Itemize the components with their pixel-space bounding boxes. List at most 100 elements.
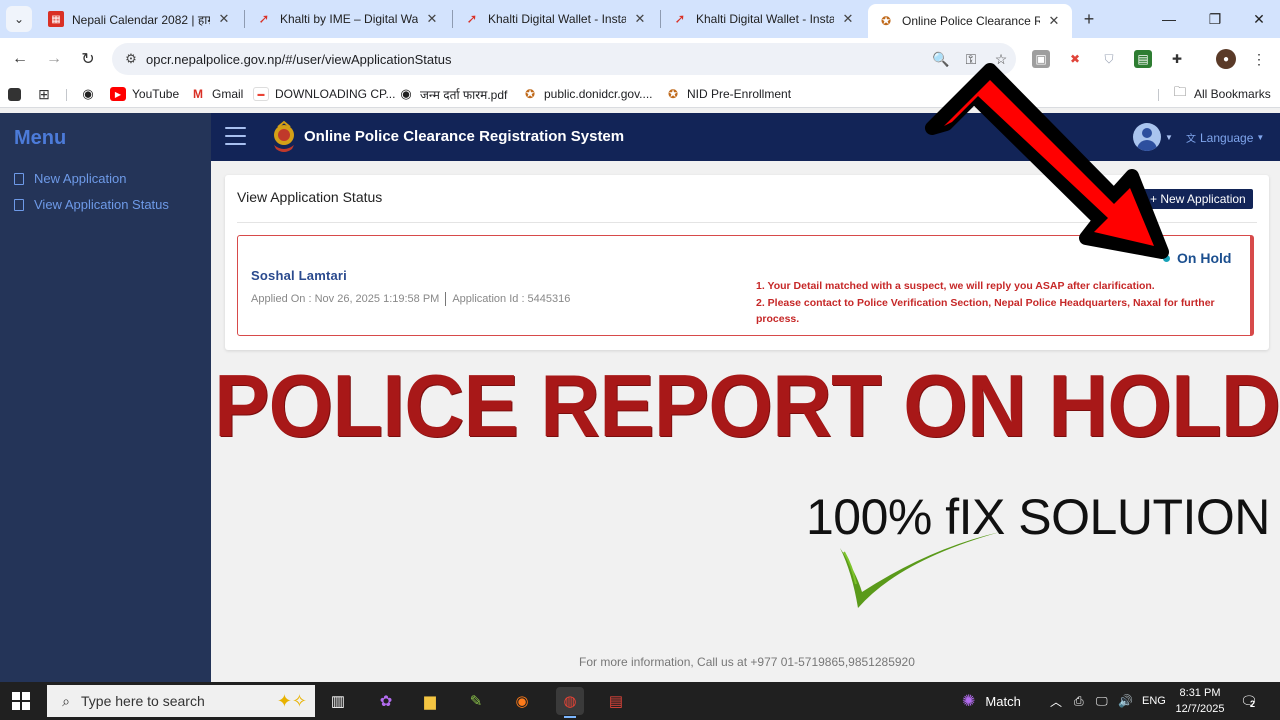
browser-tab-police-clearance[interactable]: ✪ Online Police Clearance Regi ✕ bbox=[868, 4, 1072, 38]
back-arrow-icon[interactable]: ← bbox=[9, 48, 31, 70]
globe-icon: ◉ bbox=[82, 86, 94, 101]
network-icon[interactable]: 🖵 bbox=[1096, 682, 1108, 720]
input-language[interactable]: ENG bbox=[1142, 682, 1166, 720]
notepad-app-icon[interactable]: ✎ bbox=[462, 687, 490, 715]
bookmark-label: All Bookmarks bbox=[1194, 87, 1271, 101]
widget-icon: ✺ bbox=[962, 693, 976, 710]
globe-bookmark[interactable]: ◉ bbox=[80, 84, 96, 104]
bookmark-gmail[interactable]: M Gmail bbox=[190, 84, 243, 104]
application-card[interactable]: Soshal Lamtari Applied On : Nov 26, 2025… bbox=[237, 235, 1254, 336]
password-key-icon[interactable]: ⚿ bbox=[956, 51, 986, 68]
browser-tab-khalti-3[interactable]: ➚ Khalti Digital Wallet - Instant ✕ bbox=[662, 0, 866, 38]
bookmark-star-icon[interactable]: ☆ bbox=[986, 51, 1016, 68]
top-navbar: Online Police Clearance Registration Sys… bbox=[211, 113, 1280, 161]
notification-center-icon[interactable]: 🗨 2 bbox=[1240, 682, 1258, 720]
chevron-down-icon[interactable]: ▼ bbox=[1165, 133, 1173, 142]
footer-contact: For more information, Call us at +977 01… bbox=[579, 655, 915, 669]
page-icon: ▬ bbox=[253, 87, 269, 101]
close-tab-icon[interactable]: ✕ bbox=[632, 11, 648, 27]
folder-icon: 🗀 bbox=[1173, 84, 1187, 99]
shield-extension-icon[interactable]: ⛉ bbox=[1100, 50, 1118, 68]
status-remarks: 1. Your Detail matched with a suspect, w… bbox=[756, 278, 1216, 328]
weather-widget[interactable]: ✺ Match bbox=[962, 682, 1021, 720]
status-badge: On Hold bbox=[1163, 250, 1231, 266]
taskbar-search[interactable]: ⌕ Type here to search ✦✧ bbox=[47, 685, 315, 717]
close-tab-icon[interactable]: ✕ bbox=[1046, 13, 1062, 29]
pdf-app-icon[interactable]: ▤ bbox=[602, 687, 630, 715]
close-tab-icon[interactable]: ✕ bbox=[840, 11, 856, 27]
bookmark-label: DOWNLOADING CP... bbox=[275, 87, 396, 101]
new-application-button[interactable]: + New Application bbox=[1143, 189, 1253, 209]
tab-search-dropdown-icon[interactable]: ⌄ bbox=[6, 6, 32, 32]
application-id: Application Id : 5445316 bbox=[452, 293, 571, 305]
reload-icon[interactable]: ↻ bbox=[77, 48, 99, 70]
browser-menu-icon[interactable]: ⋮ bbox=[1250, 50, 1268, 68]
windows-start-icon[interactable] bbox=[12, 692, 30, 710]
extensions-puzzle-icon[interactable]: ✚ bbox=[1168, 50, 1186, 68]
bookmark-birth-form[interactable]: ◉ जन्म दर्ता फारम.pdf bbox=[398, 84, 507, 104]
notification-count: 2 bbox=[1250, 698, 1256, 709]
firefox-icon[interactable]: ◉ bbox=[508, 687, 536, 715]
browser-tab-khalti-2[interactable]: ➚ Khalti Digital Wallet - Instant ✕ bbox=[454, 0, 658, 38]
sidebar-title: Menu bbox=[14, 127, 67, 149]
translate-icon: 文 bbox=[1186, 134, 1196, 145]
file-explorer-icon[interactable]: ▆ bbox=[416, 687, 444, 715]
meet-now-icon[interactable]: ⎙ bbox=[1074, 682, 1084, 720]
bookmark-youtube[interactable]: ▶ YouTube bbox=[110, 84, 179, 104]
close-window-icon[interactable]: ✕ bbox=[1236, 0, 1280, 38]
chevron-down-icon: ▼ bbox=[1256, 133, 1265, 142]
forward-arrow-icon[interactable]: → bbox=[43, 48, 65, 70]
widget-label: Match bbox=[985, 693, 1021, 709]
bookmarks-bar: ⊞ ◉ ▶ YouTube M Gmail ▬ DOWNLOADING CP..… bbox=[0, 80, 1280, 108]
extension-icon[interactable]: ✖ bbox=[1066, 50, 1084, 68]
close-tab-icon[interactable]: ✕ bbox=[216, 11, 232, 27]
browser-tab-khalti-1[interactable]: ➚ Khalti by IME – Digital Wallet ✕ bbox=[246, 0, 450, 38]
task-view-icon[interactable]: ▥ bbox=[324, 687, 352, 715]
bookmark-label: YouTube bbox=[132, 87, 180, 101]
browser-tab-strip: ⌄ ▦ Nepali Calendar 2082 | हाम्रो ✕ ➚ Kh… bbox=[0, 0, 1280, 38]
extension-icon[interactable]: ▣ bbox=[1032, 50, 1050, 68]
system-title: Online Police Clearance Registration Sys… bbox=[304, 128, 625, 145]
address-bar[interactable]: ⚙ opcr.nepalpolice.gov.np/#/user/viewApp… bbox=[112, 43, 1016, 75]
restore-window-icon[interactable]: ❐ bbox=[1192, 0, 1238, 38]
site-info-icon[interactable]: ⚙ bbox=[116, 51, 146, 67]
copilot-icon[interactable]: ✿ bbox=[372, 687, 400, 715]
show-hidden-icons[interactable]: ︿ bbox=[1050, 682, 1062, 720]
tab-divider bbox=[660, 10, 661, 28]
minimize-window-icon[interactable]: — bbox=[1146, 0, 1192, 38]
status-label: On Hold bbox=[1177, 250, 1232, 266]
document-icon bbox=[14, 198, 24, 211]
document-icon bbox=[14, 172, 24, 185]
sidebar-item-view-status[interactable]: View Application Status bbox=[14, 197, 169, 212]
applied-on-date: Applied On : Nov 26, 2025 1:19:58 PM bbox=[251, 293, 440, 305]
user-avatar[interactable] bbox=[1133, 123, 1161, 151]
calendar-favicon-icon: ▦ bbox=[48, 11, 64, 27]
url-text[interactable]: opcr.nepalpolice.gov.np/#/user/viewAppli… bbox=[146, 52, 926, 67]
browser-tab-nepali-calendar[interactable]: ▦ Nepali Calendar 2082 | हाम्रो ✕ bbox=[38, 0, 242, 38]
tab-divider bbox=[452, 10, 453, 28]
bookmark-nid[interactable]: ✪ NID Pre-Enrollment bbox=[665, 84, 791, 104]
system-clock[interactable]: 8:31 PM 12/7/2025 bbox=[1168, 685, 1232, 717]
sidebar-item-label: View Application Status bbox=[34, 197, 169, 212]
chrome-icon[interactable]: ◍ bbox=[556, 687, 584, 718]
sidebar-item-new-application[interactable]: New Application bbox=[14, 171, 127, 186]
new-tab-plus-icon[interactable]: + bbox=[1078, 8, 1100, 30]
windows-taskbar: ⌕ Type here to search ✦✧ ▥ ✿ ▆ ✎ ◉ ◍ ▤ ✺… bbox=[0, 682, 1280, 720]
sidebar-toggle-icon[interactable] bbox=[8, 84, 21, 104]
zoom-icon[interactable]: 🔍 bbox=[926, 51, 956, 68]
browser-toolbar: ← → ↻ ⚙ opcr.nepalpolice.gov.np/#/user/v… bbox=[0, 38, 1280, 80]
emblem-icon: ✪ bbox=[524, 87, 536, 101]
close-tab-icon[interactable]: ✕ bbox=[424, 11, 440, 27]
extension-icon[interactable]: ▤ bbox=[1134, 50, 1152, 68]
bookmark-divider bbox=[1158, 89, 1159, 101]
bookmark-donidcr[interactable]: ✪ public.donidcr.gov.... bbox=[522, 84, 653, 104]
volume-icon[interactable]: 🔊 bbox=[1118, 682, 1133, 720]
page-title: View Application Status bbox=[237, 189, 383, 205]
bookmark-downloading[interactable]: ▬ DOWNLOADING CP... bbox=[253, 84, 395, 104]
tab-title: Nepali Calendar 2082 | हाम्रो bbox=[72, 12, 210, 27]
profile-avatar[interactable]: ● bbox=[1216, 49, 1236, 69]
hamburger-menu-icon[interactable] bbox=[225, 127, 246, 145]
language-dropdown[interactable]: 文 Language ▼ bbox=[1186, 130, 1265, 146]
all-bookmarks-folder[interactable]: 🗀 All Bookmarks bbox=[1172, 84, 1271, 104]
apps-grid-icon[interactable]: ⊞ bbox=[36, 84, 52, 104]
